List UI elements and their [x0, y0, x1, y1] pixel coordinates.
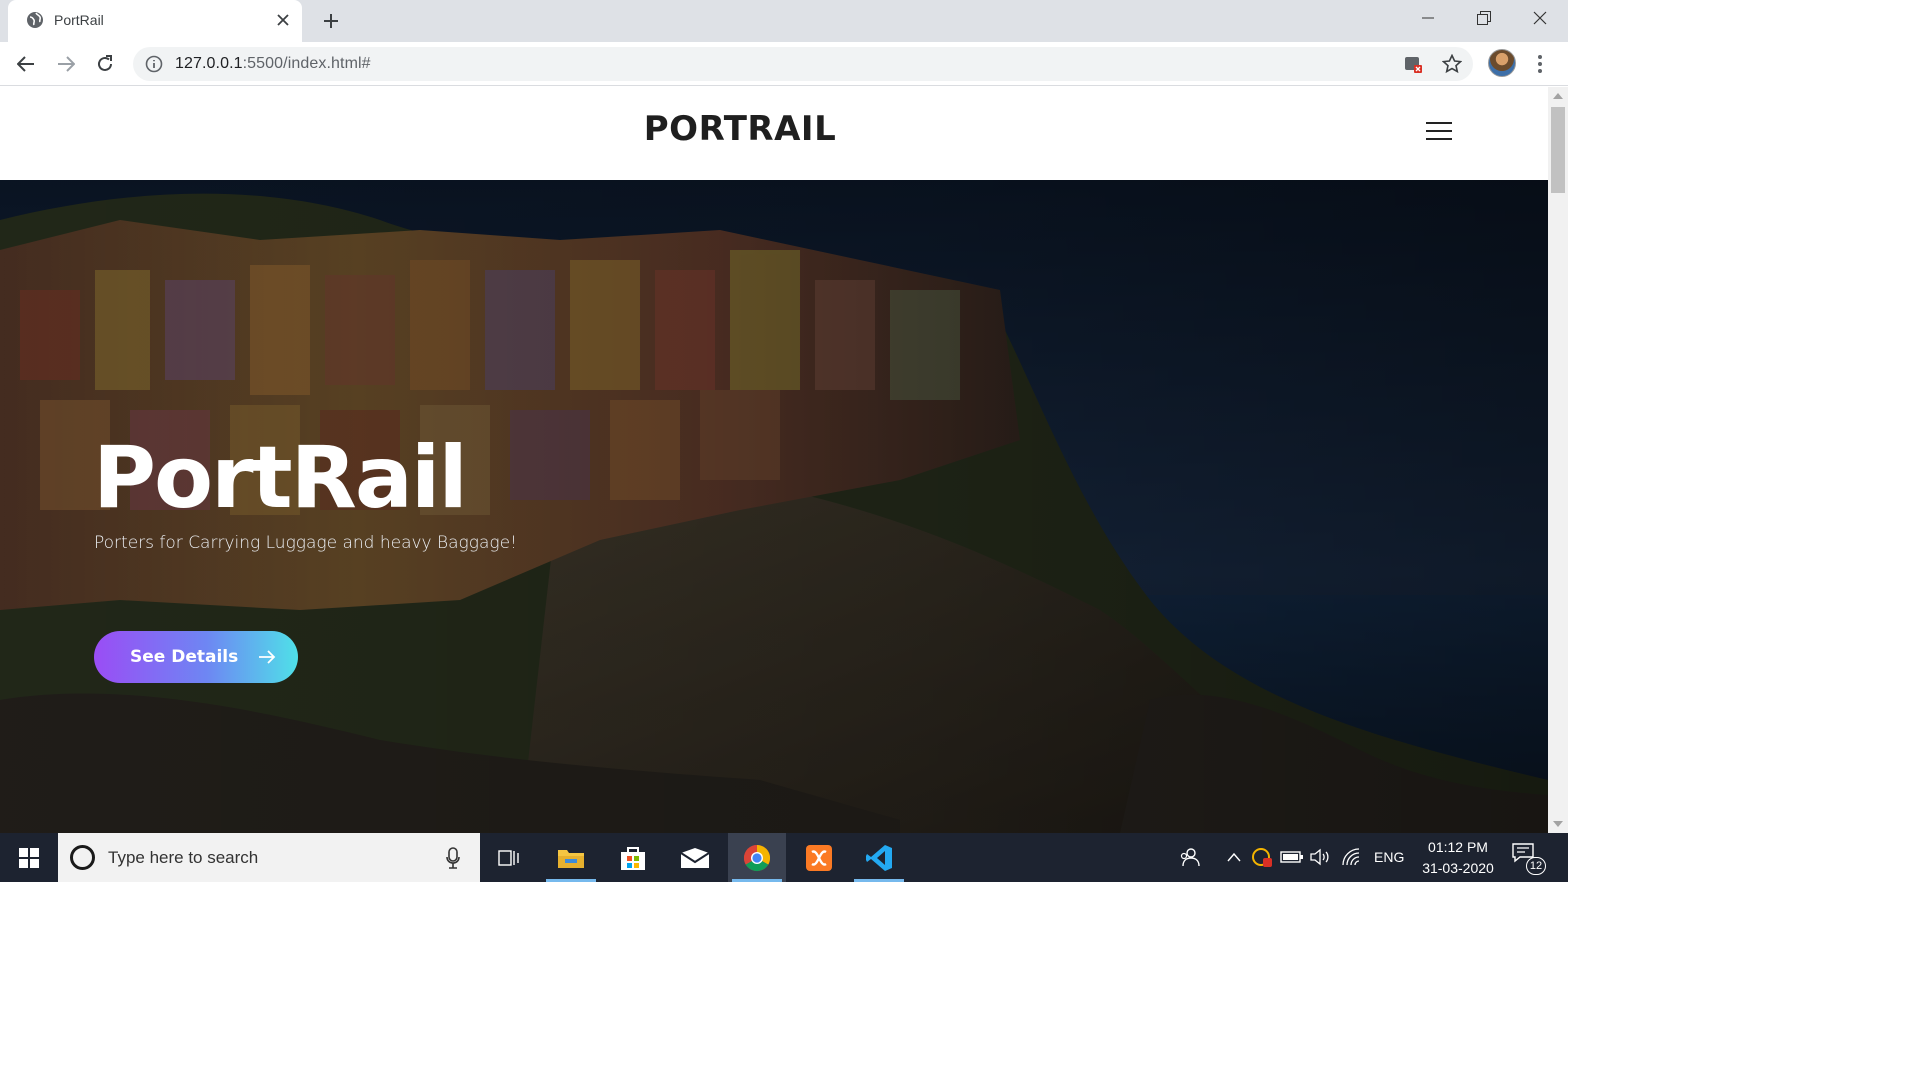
language-indicator[interactable]: ENG [1374, 849, 1404, 865]
browser-toolbar: 127.0.0.1:5500/index.html# [0, 42, 1568, 86]
notification-count-badge: 12 [1526, 857, 1546, 875]
restore-button[interactable] [1456, 0, 1512, 36]
folder-icon [558, 849, 584, 868]
translate-blocked-icon[interactable] [1403, 54, 1423, 74]
scrollbar-thumb[interactable] [1551, 107, 1565, 193]
clock-date: 31-03-2020 [1422, 860, 1494, 876]
start-button[interactable] [0, 833, 58, 882]
url-text: 127.0.0.1:5500/index.html# [175, 55, 371, 73]
page-viewport: PORTRAIL PortRail Porters for Carrying L… [0, 87, 1548, 833]
vscode-icon [866, 844, 892, 871]
address-bar[interactable]: 127.0.0.1:5500/index.html# [133, 47, 1473, 81]
cortana-icon[interactable] [70, 845, 95, 870]
browser-tab-strip: PortRail [0, 0, 1568, 42]
taskbar-search-box[interactable]: Type here to search [58, 833, 480, 882]
hero-title: PortRail [93, 428, 468, 528]
minimize-button[interactable] [1400, 0, 1456, 36]
restore-icon [1477, 11, 1491, 25]
hamburger-menu-icon[interactable] [1424, 119, 1454, 143]
browser-tab[interactable]: PortRail [8, 0, 302, 42]
arrow-right-icon [58, 56, 75, 72]
chrome-icon [743, 844, 771, 871]
scroll-up-icon[interactable] [1553, 93, 1563, 99]
url-host: 127.0.0.1 [175, 55, 243, 72]
info-icon[interactable] [145, 55, 163, 73]
mail-icon [680, 847, 710, 868]
site-brand[interactable]: PORTRAIL [0, 109, 1480, 149]
vscode-button[interactable] [850, 833, 908, 882]
volume-icon[interactable] [1308, 845, 1332, 869]
mail-button[interactable] [666, 833, 724, 882]
chrome-button[interactable] [728, 833, 786, 882]
microphone-icon[interactable] [446, 847, 460, 869]
wifi-icon[interactable] [1340, 845, 1364, 869]
plus-icon [324, 14, 338, 28]
search-placeholder: Type here to search [108, 848, 259, 867]
tab-title: PortRail [54, 12, 104, 28]
scroll-down-icon[interactable] [1553, 821, 1563, 827]
close-icon [1533, 11, 1547, 25]
clock-time: 01:12 PM [1428, 839, 1488, 855]
task-view-button[interactable] [480, 833, 538, 882]
hero-section: PortRail Porters for Carrying Luggage an… [0, 180, 1548, 833]
xampp-button[interactable] [790, 833, 848, 882]
star-icon[interactable] [1442, 54, 1462, 74]
file-explorer-button[interactable] [542, 833, 600, 882]
windows-taskbar: Type here to search ENG 01:12 PM 31-03-2… [0, 833, 1568, 882]
reload-icon [98, 55, 112, 71]
arrow-left-icon [17, 56, 34, 72]
forward-button[interactable] [52, 50, 80, 78]
windows-logo-icon [19, 847, 39, 868]
browser-menu-icon[interactable] [1530, 52, 1550, 76]
close-tab-icon[interactable] [272, 9, 294, 31]
store-icon [621, 846, 645, 870]
close-window-button[interactable] [1512, 0, 1568, 36]
battery-icon[interactable] [1280, 845, 1304, 869]
reload-button[interactable] [91, 50, 119, 78]
site-header: PORTRAIL [0, 87, 1548, 180]
see-details-button[interactable]: See Details [94, 631, 298, 683]
see-details-label: See Details [130, 647, 239, 667]
people-icon[interactable] [1178, 845, 1202, 869]
xampp-icon [806, 844, 832, 871]
action-center-button[interactable]: 12 [1512, 843, 1552, 875]
globe-icon [27, 12, 43, 28]
profile-avatar[interactable] [1488, 49, 1516, 77]
arrow-right-icon [259, 650, 276, 664]
chevron-up-icon[interactable] [1222, 845, 1246, 869]
microsoft-store-button[interactable] [604, 833, 662, 882]
back-button[interactable] [12, 50, 40, 78]
system-clock[interactable]: 01:12 PM 31-03-2020 [1410, 837, 1506, 879]
minimize-icon [1422, 17, 1434, 19]
url-path: :5500/index.html# [242, 55, 371, 72]
new-tab-button[interactable] [318, 8, 344, 34]
page-scrollbar[interactable] [1548, 87, 1568, 833]
task-view-icon [498, 849, 519, 866]
hero-subtitle: Porters for Carrying Luggage and heavy B… [94, 533, 517, 553]
security-alert-icon[interactable] [1250, 845, 1274, 869]
